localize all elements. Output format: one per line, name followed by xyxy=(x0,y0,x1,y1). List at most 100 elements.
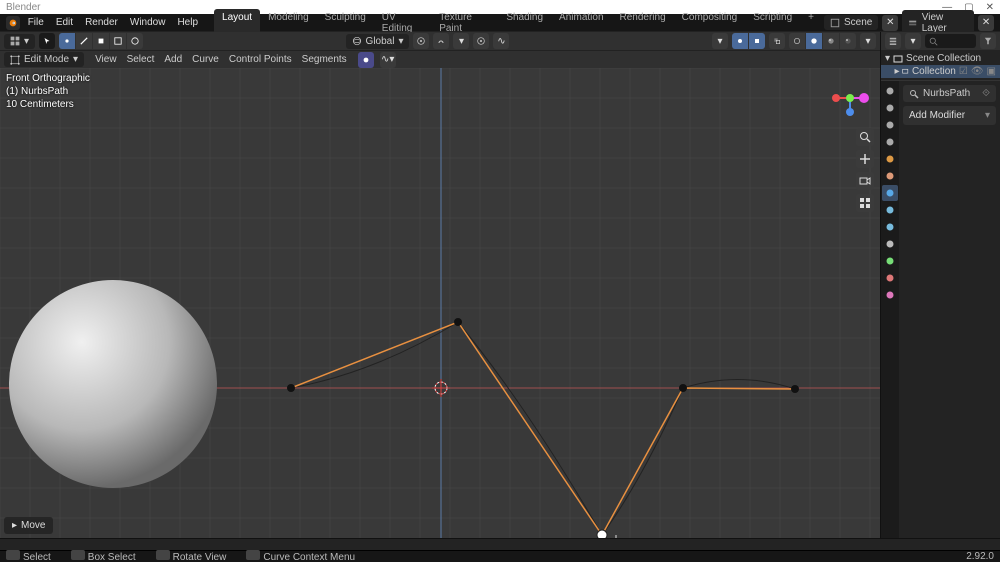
render-icon xyxy=(885,86,895,96)
overlay-grid-scale: 10 Centimeters xyxy=(6,98,90,111)
operator-label: Move xyxy=(21,520,45,531)
viewport-canvas[interactable]: Front Orthographic (1) NurbsPath 10 Cent… xyxy=(0,68,880,538)
pivot-button[interactable] xyxy=(413,33,429,49)
top-menu-file[interactable]: File xyxy=(22,15,50,30)
scene-icon xyxy=(885,137,895,147)
property-tab-material[interactable] xyxy=(882,270,898,286)
extra-select-button[interactable] xyxy=(127,33,143,49)
eye-icon[interactable]: 👁 xyxy=(971,66,984,77)
menu-select[interactable]: Select xyxy=(122,52,160,67)
wireframe-mode-button[interactable] xyxy=(789,33,805,49)
show-overlays-button[interactable] xyxy=(732,33,748,49)
outliner-editor-type-button[interactable] xyxy=(885,33,901,49)
collection-icon xyxy=(893,54,903,64)
pan-tool-icon[interactable] xyxy=(856,150,874,168)
constraint-icon xyxy=(885,239,895,249)
properties-breadcrumb[interactable]: NurbsPath ⟐ xyxy=(903,85,996,102)
operator-redo-panel[interactable]: ▸ Move xyxy=(4,517,53,534)
face-select-button[interactable] xyxy=(93,33,109,49)
solid-mode-button[interactable] xyxy=(806,33,822,49)
window-title: Blender xyxy=(6,2,40,13)
property-tab-render[interactable] xyxy=(882,83,898,99)
menu-curve[interactable]: Curve xyxy=(187,52,224,67)
camera-icon[interactable]: ▣ xyxy=(987,66,996,77)
mouse-icon xyxy=(246,550,260,560)
material-icon xyxy=(885,273,895,283)
collection-icon xyxy=(902,68,908,74)
top-menu-edit[interactable]: Edit xyxy=(50,15,79,30)
outliner-display-mode-button[interactable]: ▾ xyxy=(905,33,921,49)
perspective-toggle-icon[interactable] xyxy=(856,194,874,212)
snap-button[interactable] xyxy=(433,33,449,49)
menu-view[interactable]: View xyxy=(90,52,122,67)
normals-options-button[interactable]: ∿▾ xyxy=(380,52,396,68)
timeline-stub xyxy=(0,538,1000,550)
status-hint-3: Curve Context Menu xyxy=(246,552,355,562)
menu-control-points[interactable]: Control Points xyxy=(224,52,297,67)
physics-icon xyxy=(885,222,895,232)
blender-logo-icon[interactable] xyxy=(6,16,20,30)
mode-dropdown[interactable]: Edit Mode ▾ xyxy=(4,52,84,67)
property-tab-scene[interactable] xyxy=(882,134,898,150)
view-menu-row: ViewSelectAddCurveControl PointsSegments xyxy=(90,54,352,65)
pin-icon[interactable]: ⟐ xyxy=(982,88,990,99)
proportional-type-button[interactable]: ∿ xyxy=(493,33,509,49)
property-tab-constraint[interactable] xyxy=(882,236,898,252)
property-tab-data[interactable] xyxy=(882,253,898,269)
property-tab-view[interactable] xyxy=(882,117,898,133)
add-modifier-button[interactable]: Add Modifier ▾ xyxy=(903,106,996,125)
edge-select-button[interactable] xyxy=(76,33,92,49)
top-menu-window[interactable]: Window xyxy=(124,15,172,30)
property-tab-world[interactable] xyxy=(882,151,898,167)
new-viewlayer-button[interactable]: ✕ xyxy=(978,15,994,31)
property-tab-object[interactable] xyxy=(882,168,898,184)
material-mode-button[interactable] xyxy=(823,33,839,49)
orientation-gizmo[interactable] xyxy=(830,78,870,118)
tree-row-scene-collection[interactable]: ▾ Scene Collection xyxy=(881,52,1000,65)
add-modifier-label: Add Modifier xyxy=(909,110,965,121)
tree-row-collection[interactable]: ▸ Collection ☑ 👁 ▣ xyxy=(881,65,1000,78)
proportional-button[interactable] xyxy=(473,33,489,49)
normals-button[interactable] xyxy=(358,52,374,68)
orientation-label: Global xyxy=(366,36,395,47)
property-tab-physics[interactable] xyxy=(882,219,898,235)
search-icon xyxy=(929,37,938,46)
viewport-area: ▾ Global ▾ ▾ ∿ xyxy=(0,32,880,538)
menu-segments[interactable]: Segments xyxy=(297,52,352,67)
property-tab-output[interactable] xyxy=(882,100,898,116)
viewport-shading-dropdown[interactable]: ▾ xyxy=(712,33,728,49)
rendered-mode-button[interactable] xyxy=(840,33,856,49)
mouse-icon xyxy=(6,550,20,560)
globe-icon xyxy=(352,36,362,46)
xray-button[interactable] xyxy=(769,33,785,49)
camera-view-icon[interactable] xyxy=(856,172,874,190)
top-menu-help[interactable]: Help xyxy=(171,15,204,30)
mouse-icon xyxy=(156,550,170,560)
cursor-tool-icon[interactable] xyxy=(39,33,55,49)
output-icon xyxy=(885,103,895,113)
property-tab-texture[interactable] xyxy=(882,287,898,303)
menu-add[interactable]: Add xyxy=(159,52,187,67)
grid-overlay xyxy=(0,68,880,538)
show-gizmo-button[interactable] xyxy=(749,33,765,49)
vertex-select-button[interactable] xyxy=(59,33,75,49)
scene-selector[interactable]: Scene xyxy=(824,15,878,30)
viewport-toolbar: Edit Mode ▾ ViewSelectAddCurveControl Po… xyxy=(0,50,880,68)
outliner-tree[interactable]: ▾ Scene Collection ▸ Collection ☑ 👁 ▣ xyxy=(881,50,1000,80)
property-tab-particle[interactable] xyxy=(882,202,898,218)
editor-type-button[interactable]: ▾ xyxy=(4,34,35,49)
snap-type-button[interactable]: ▾ xyxy=(453,33,469,49)
new-scene-button[interactable]: ✕ xyxy=(882,15,898,31)
shading-options-button[interactable]: ▾ xyxy=(860,33,876,49)
properties-panel: NurbsPath ⟐ Add Modifier ▾ xyxy=(881,80,1000,538)
property-tab-modifier[interactable] xyxy=(882,185,898,201)
checkbox-icon[interactable]: ☑ xyxy=(959,66,968,77)
grid-icon xyxy=(10,36,20,46)
outliner-search-input[interactable] xyxy=(925,34,976,48)
object-select-button[interactable] xyxy=(110,33,126,49)
top-menu-render[interactable]: Render xyxy=(79,15,124,30)
orientation-dropdown[interactable]: Global ▾ xyxy=(346,34,410,49)
outliner-filter-button[interactable] xyxy=(980,33,996,49)
zoom-tool-icon[interactable] xyxy=(856,128,874,146)
viewport-info-overlay: Front Orthographic (1) NurbsPath 10 Cent… xyxy=(6,72,90,111)
